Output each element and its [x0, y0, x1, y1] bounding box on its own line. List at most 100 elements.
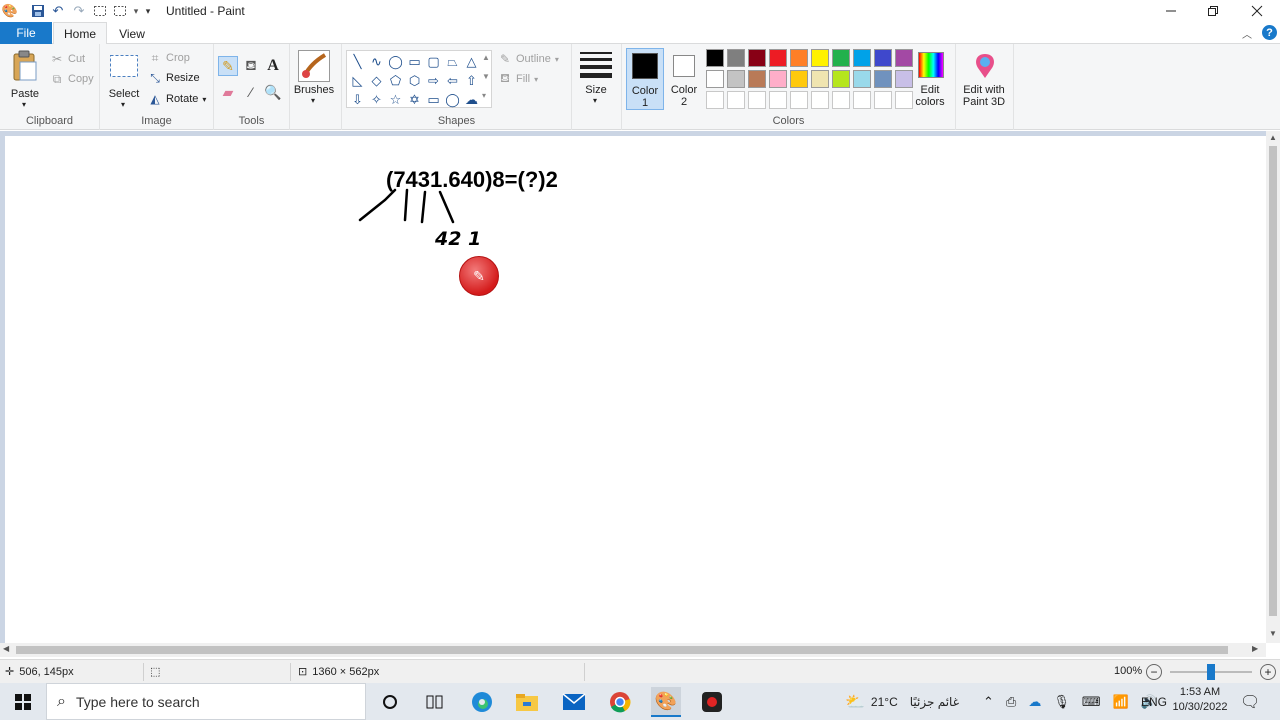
resize-button[interactable]: ⤡ Resize	[148, 69, 199, 87]
onedrive-icon[interactable]: ☁	[1028, 694, 1041, 710]
close-button[interactable]	[1234, 0, 1280, 22]
color-picker-tool[interactable]: ⁄	[241, 82, 261, 102]
diamond-shape-icon[interactable]: ◇	[368, 72, 385, 89]
scroll-down-icon[interactable]: ▼	[482, 72, 490, 81]
drawing-canvas[interactable]: (7431.640)8=(?)2 42 1 ✎	[5, 136, 1266, 643]
weather-widget[interactable]: ⛅ 21°C غائم جزئيًا	[845, 683, 959, 720]
palette-swatch[interactable]	[874, 70, 892, 88]
recorder-icon[interactable]	[697, 687, 727, 717]
edge-browser-icon[interactable]	[467, 687, 497, 717]
wifi-icon[interactable]: 📶	[1113, 694, 1129, 710]
tab-home[interactable]: Home	[53, 22, 107, 45]
scroll-right-icon[interactable]: ▶	[1252, 644, 1258, 653]
hexagon-shape-icon[interactable]: ⬡	[406, 72, 423, 89]
crop-button[interactable]: ⌗ Crop	[148, 49, 190, 67]
fill-tool[interactable]: ⛾	[241, 56, 261, 76]
chrome-icon[interactable]	[605, 687, 635, 717]
tab-view[interactable]: View	[108, 22, 156, 45]
keyboard-icon[interactable]: ⌨	[1082, 694, 1101, 710]
copy-button[interactable]: ⧉ Copy	[50, 70, 94, 88]
edit-with-paint3d-button[interactable]: Edit with Paint 3D	[956, 44, 1014, 130]
palette-swatch[interactable]	[727, 70, 745, 88]
palette-swatch-empty[interactable]	[874, 91, 892, 109]
fill-button[interactable]: ⛾ Fill ▾	[498, 70, 538, 88]
redo-icon[interactable]: ↷	[71, 3, 87, 19]
palette-swatch-empty[interactable]	[727, 91, 745, 109]
undo-icon[interactable]: ↶	[50, 3, 66, 19]
microphone-icon[interactable]: 🎙	[1053, 694, 1070, 710]
outline-button[interactable]: ✎ Outline ▾	[498, 50, 559, 68]
scroll-left-icon[interactable]: ◀	[3, 644, 9, 653]
palette-swatch[interactable]	[706, 49, 724, 67]
palette-swatch[interactable]	[811, 70, 829, 88]
group-size[interactable]: Size ▾	[572, 44, 622, 130]
right-arrow-shape-icon[interactable]: ⇨	[425, 72, 442, 89]
save-icon[interactable]	[30, 3, 46, 19]
palette-swatch[interactable]	[769, 49, 787, 67]
palette-swatch[interactable]	[769, 70, 787, 88]
rotate-button[interactable]: ◭ Rotate ▾	[148, 90, 206, 108]
palette-swatch[interactable]	[832, 70, 850, 88]
palette-swatch[interactable]	[832, 49, 850, 67]
palette-swatch[interactable]	[874, 49, 892, 67]
palette-swatch-empty[interactable]	[895, 91, 913, 109]
horizontal-scroll-thumb[interactable]	[16, 646, 1228, 654]
clock[interactable]: 1:53 AM 10/30/2022	[1172, 685, 1228, 719]
six-point-star-shape-icon[interactable]: ✡	[406, 91, 423, 108]
cloud-callout-shape-icon[interactable]: ☁	[463, 91, 480, 108]
line-shape-icon[interactable]: ╲	[349, 53, 366, 70]
palette-swatch[interactable]	[811, 49, 829, 67]
palette-swatch[interactable]	[895, 70, 913, 88]
zoom-out-button[interactable]: −	[1146, 664, 1162, 680]
file-explorer-icon[interactable]	[512, 687, 542, 717]
magnifier-tool[interactable]: 🔍	[263, 82, 283, 102]
up-arrow-shape-icon[interactable]: ⇧	[463, 72, 480, 89]
text-tool[interactable]: A	[263, 56, 283, 76]
cortana-icon[interactable]	[375, 687, 405, 717]
start-button[interactable]	[0, 683, 46, 720]
palette-swatch[interactable]	[853, 70, 871, 88]
network-drive-icon[interactable]: ⎙	[1006, 694, 1016, 710]
edit-colors-button[interactable]: Edit colors	[912, 48, 950, 110]
five-point-star-shape-icon[interactable]: ☆	[387, 91, 404, 108]
select-rect-icon[interactable]	[92, 3, 108, 19]
scroll-up-icon[interactable]: ▲	[482, 53, 490, 62]
palette-swatch[interactable]	[727, 49, 745, 67]
vertical-scrollbar[interactable]: ▲ ▼	[1266, 131, 1280, 643]
palette-swatch[interactable]	[895, 49, 913, 67]
pentagon-shape-icon[interactable]: ⬠	[387, 72, 404, 89]
rounded-rectangle-shape-icon[interactable]: ▢	[425, 53, 442, 70]
zoom-in-button[interactable]: +	[1260, 664, 1276, 680]
palette-swatch[interactable]	[748, 70, 766, 88]
select-button[interactable]: Select ▾	[106, 48, 142, 109]
vertical-scroll-thumb[interactable]	[1269, 146, 1277, 616]
zoom-slider[interactable]	[1170, 664, 1252, 680]
tab-file[interactable]: File	[0, 22, 52, 44]
mail-icon[interactable]	[559, 687, 589, 717]
polygon-shape-icon[interactable]: ⏢	[444, 53, 461, 70]
down-arrow-shape-icon[interactable]: ⇩	[349, 91, 366, 108]
restore-button[interactable]	[1190, 0, 1236, 22]
customize-qat-icon[interactable]: ▾	[140, 3, 156, 19]
zoom-slider-thumb[interactable]	[1207, 664, 1215, 680]
minimize-button[interactable]	[1148, 0, 1194, 22]
right-triangle-shape-icon[interactable]: ◺	[349, 72, 366, 89]
cut-button[interactable]: ✂ Cut	[50, 50, 85, 68]
taskbar-search-box[interactable]: ⌕ Type here to search	[46, 683, 366, 720]
group-brushes[interactable]: Brushes ▾	[290, 44, 342, 130]
palette-swatch-empty[interactable]	[748, 91, 766, 109]
notification-icon[interactable]: 🗨	[1240, 683, 1260, 720]
horizontal-scrollbar[interactable]: ◀ ▶	[0, 643, 1266, 657]
oval-shape-icon[interactable]: ◯	[387, 53, 404, 70]
color2-button[interactable]: Color 2	[666, 48, 704, 110]
palette-swatch[interactable]	[853, 49, 871, 67]
help-icon[interactable]: ?	[1262, 25, 1277, 40]
palette-swatch-empty[interactable]	[853, 91, 871, 109]
palette-swatch-empty[interactable]	[706, 91, 724, 109]
four-point-star-shape-icon[interactable]: ✧	[368, 91, 385, 108]
scroll-up-icon[interactable]: ▲	[1269, 133, 1277, 142]
palette-swatch[interactable]	[790, 70, 808, 88]
left-arrow-shape-icon[interactable]: ⇦	[444, 72, 461, 89]
palette-swatch[interactable]	[790, 49, 808, 67]
palette-swatch-empty[interactable]	[769, 91, 787, 109]
